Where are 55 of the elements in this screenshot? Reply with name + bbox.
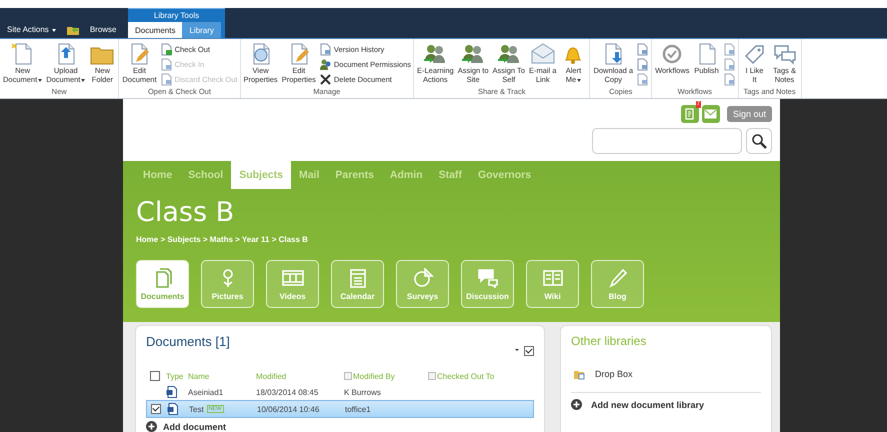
document-row[interactable]: Aseiniad1 18/03/2014 08:45 K Burrows <box>146 384 534 400</box>
library-link[interactable]: Drop Box <box>595 369 633 379</box>
document-icon <box>160 58 173 70</box>
people-icon <box>496 42 522 66</box>
table-cell-text: toffice1 <box>345 404 372 414</box>
site-actions-menu[interactable]: Site Actions <box>7 25 56 34</box>
panel-title: Documents [1] <box>146 334 230 349</box>
table-cell-text: 18/03/2014 08:45 <box>256 388 320 396</box>
document-icon <box>160 72 173 86</box>
ribbon-button[interactable] <box>636 42 650 56</box>
select-all-checkbox[interactable] <box>150 371 160 381</box>
column-menu-icon[interactable] <box>344 372 352 380</box>
page-title: Class B <box>136 197 236 229</box>
context-label: Library Tools <box>128 8 225 22</box>
film-icon <box>282 268 304 288</box>
table-cell-text: 10/06/2014 10:46 <box>257 404 320 414</box>
view-checkbox[interactable] <box>524 346 534 356</box>
folder-icon <box>573 368 585 380</box>
row-checkbox[interactable] <box>151 404 161 414</box>
chat-icon <box>476 268 498 288</box>
plus-icon <box>571 399 582 410</box>
envelope-icon <box>530 42 556 66</box>
document-icon <box>636 58 650 70</box>
caret-icon[interactable] <box>515 349 519 353</box>
document-icon <box>318 42 332 56</box>
document-icon <box>636 72 650 86</box>
document-icon <box>722 72 736 86</box>
pen-icon <box>606 268 628 288</box>
delete-icon <box>318 72 332 86</box>
document-icon <box>722 58 736 70</box>
search-field[interactable] <box>592 128 742 154</box>
search-button[interactable] <box>746 128 772 154</box>
envelope-icon <box>704 109 718 119</box>
document-name[interactable]: Test <box>189 404 204 414</box>
word-document-icon <box>166 386 177 398</box>
document-icon <box>636 42 650 56</box>
search-icon <box>751 133 767 149</box>
ribbon-tab[interactable]: Documents <box>128 22 182 38</box>
browse-tab[interactable]: Browse <box>90 25 116 34</box>
ribbon-button[interactable] <box>636 57 650 71</box>
column-menu-icon[interactable] <box>428 372 436 380</box>
document-icon <box>160 42 173 56</box>
people-icon <box>318 58 332 70</box>
add-document-link[interactable]: Add document <box>163 422 226 432</box>
breadcrumb: Home > Subjects > Maths > Year 11 > Class B <box>136 235 309 244</box>
add-library-link[interactable]: Add new document library <box>591 400 704 410</box>
notepad-icon <box>684 108 696 120</box>
table-cell-text: K Burrows <box>344 388 382 396</box>
document-icon <box>722 42 736 56</box>
document-name[interactable]: Aseiniad1 <box>188 388 224 396</box>
pie-chart-icon <box>412 268 434 288</box>
book-icon <box>542 268 564 288</box>
word-document-icon <box>167 403 178 415</box>
mail-button[interactable] <box>702 105 720 123</box>
panel-title: Other libraries <box>571 334 648 348</box>
